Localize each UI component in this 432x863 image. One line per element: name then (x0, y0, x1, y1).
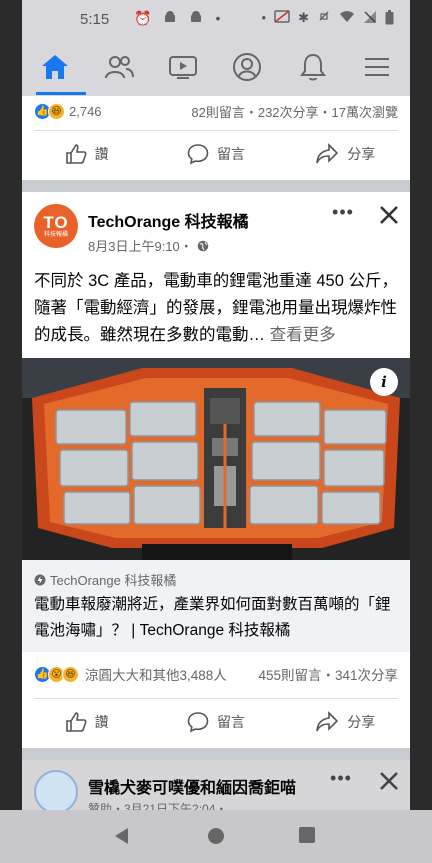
comment-icon (187, 712, 209, 733)
reaction-count[interactable]: 2,746 (69, 104, 102, 119)
post-stats[interactable]: 82則留言・232次分享・17萬次瀏覽 (191, 102, 398, 121)
menu-icon (365, 58, 389, 76)
more-options-button[interactable]: ••• (328, 202, 358, 226)
hide-post-button[interactable] (376, 768, 402, 794)
home-icon (42, 55, 68, 79)
share-button[interactable]: 分享 (281, 702, 410, 742)
friends-icon (105, 56, 134, 79)
feed-separator (22, 180, 410, 192)
haha-reaction-icon: 😆 (48, 102, 65, 120)
like-label: 讚 (94, 146, 109, 162)
ad-info-badge[interactable]: i (370, 368, 398, 396)
link-preview[interactable]: TechOrange 科技報橘 電動車報廢潮將近，產業界如何面對數百萬噸的「鋰電… (22, 560, 410, 652)
share-label: 分享 (347, 714, 376, 730)
link-title: 電動車報廢潮將近，產業界如何面對數百萬噸的「鋰電池海嘯」？ | TechOran… (34, 596, 391, 639)
bolt-icon (34, 574, 46, 585)
tab-profile[interactable] (228, 50, 266, 84)
tab-notifications[interactable] (294, 50, 332, 84)
thumbs-up-icon (65, 144, 87, 164)
like-button[interactable]: 讚 (22, 134, 151, 174)
bluetooth-icon: ✱ (298, 10, 309, 25)
tab-home[interactable] (36, 50, 74, 84)
active-tab-indicator (36, 92, 86, 95)
see-more-link[interactable]: 查看更多 (270, 326, 336, 344)
haha-reaction-icon: 😆 (62, 665, 79, 683)
thumbs-up-icon (65, 712, 87, 732)
tab-menu[interactable] (358, 50, 396, 84)
next-feed-post: 雪橇犬麥可噗優和緬因喬鉅喵 贊助・3月21日下午2:04・ ••• (22, 760, 410, 816)
comment-button[interactable]: 留言 (151, 134, 280, 174)
prev-post-footer: 👍 😆 2,746 82則留言・232次分享・17萬次瀏覽 讚 留言 分享 (22, 96, 410, 180)
battery-icon (385, 10, 394, 28)
system-nav-bar (0, 810, 432, 863)
share-icon (316, 711, 339, 732)
globe-icon (197, 240, 209, 251)
post-author[interactable]: TechOrange 科技報橘 (88, 208, 249, 232)
screen: 5:15 ⏰ • • ✱ 👍 😆 2,746 82則留言・232次分享・17萬次… (0, 0, 432, 863)
nfc-off-icon (274, 10, 290, 28)
no-signal-icon (363, 10, 377, 28)
back-button[interactable] (112, 826, 130, 851)
share-label: 分享 (347, 146, 376, 162)
recents-button[interactable] (298, 826, 316, 849)
tab-friends[interactable] (100, 50, 138, 84)
divider (34, 130, 398, 131)
post-body: 不同於 3C 產品，電動車的鋰電池重達 450 公斤，隨著「電動經濟」的發展，鋰… (34, 268, 400, 349)
android-icon (163, 10, 177, 27)
comment-button[interactable]: 留言 (151, 702, 280, 742)
like-button[interactable]: 讚 (22, 702, 151, 742)
recents-icon (299, 827, 315, 843)
post-stats[interactable]: 455則留言・341次分享 (258, 664, 398, 684)
dot-icon: • (215, 10, 221, 26)
post-text: 不同於 3C 產品，電動車的鋰電池重達 450 公斤，隨著「電動經濟」的發展，鋰… (34, 272, 398, 344)
comment-label: 留言 (216, 146, 245, 162)
hide-post-button[interactable] (376, 202, 402, 228)
tab-watch[interactable] (164, 50, 202, 84)
reactions-summary[interactable]: 涼圓大大和其他3,488人 (85, 664, 227, 684)
post-reactions: 👍 😮 😆 涼圓大大和其他3,488人 455則留言・341次分享 (34, 660, 398, 688)
share-icon (316, 143, 339, 164)
more-options-button[interactable]: ••• (326, 768, 356, 792)
back-icon (115, 828, 128, 844)
divider (34, 698, 398, 699)
author-avatar[interactable]: TO 科技報橘 (34, 204, 78, 248)
android-icon (189, 10, 203, 27)
post-timestamp[interactable]: 8月3日上午9:10・ (88, 236, 209, 255)
tab-bar (22, 40, 410, 96)
next-post-author[interactable]: 雪橇犬麥可噗優和緬因喬鉅喵 (88, 774, 296, 798)
comment-label: 留言 (216, 714, 245, 730)
status-time: 5:15 (80, 11, 110, 28)
wifi-icon (339, 10, 355, 28)
post-image[interactable]: i (22, 358, 410, 560)
home-circle-icon (208, 828, 224, 844)
alarm-icon: ⏰ (134, 10, 152, 26)
mute-icon (317, 10, 331, 28)
status-bar: 5:15 ⏰ • • ✱ (22, 0, 410, 40)
bell-icon (300, 53, 326, 81)
profile-icon (233, 53, 261, 81)
share-button[interactable]: 分享 (281, 134, 410, 174)
close-icon (380, 206, 398, 224)
feed-post: TO 科技報橘 TechOrange 科技報橘 8月3日上午9:10・ ••• … (22, 192, 410, 748)
like-label: 讚 (94, 714, 109, 730)
video-icon (169, 56, 197, 79)
close-icon (380, 772, 398, 790)
link-source: TechOrange 科技報橘 (34, 570, 176, 589)
feed-separator (22, 748, 410, 760)
comment-icon (187, 144, 209, 165)
dot-icon: • (261, 10, 267, 25)
battery-pack-image (22, 358, 410, 560)
home-button[interactable] (206, 826, 226, 851)
next-author-avatar[interactable] (34, 770, 78, 814)
